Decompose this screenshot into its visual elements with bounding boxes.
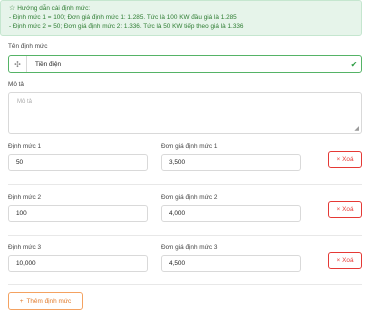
tier-2-quota-input[interactable]: 100 — [8, 205, 148, 222]
tier-1-price-label: Đơn giá định mức 1 — [161, 143, 218, 150]
resize-handle-icon[interactable]: ◢ — [354, 125, 359, 132]
close-icon: × — [336, 206, 341, 213]
divider — [8, 284, 362, 285]
plus-icon: ✣ — [9, 56, 27, 72]
divider — [8, 235, 362, 236]
close-icon: × — [336, 156, 341, 163]
plus-icon: + — [19, 297, 24, 305]
tier-3-price-label: Đơn giá định mức 3 — [161, 244, 218, 251]
add-tier-button[interactable]: + Thêm định mức — [8, 292, 83, 310]
tier-3-delete-button[interactable]: × Xoá — [328, 252, 362, 269]
name-field[interactable]: ✣ Tiền điện ✔ — [8, 55, 362, 73]
tier-3-quota-label: Định mức 3 — [8, 244, 42, 251]
description-textarea[interactable]: Mô tả ◢ — [8, 92, 362, 134]
tier-3-price-input[interactable]: 4,500 — [161, 255, 301, 272]
tier-2-delete-button[interactable]: × Xoá — [328, 201, 362, 218]
tier-2-price-label: Đơn giá định mức 2 — [161, 194, 218, 201]
tier-2-quota-label: Định mức 2 — [8, 194, 42, 201]
guide-box: ☆ Hướng dẫn cài định mức: - Định mức 1 = … — [0, 0, 362, 36]
star-icon: ☆ — [9, 5, 16, 12]
check-icon: ✔ — [350, 59, 358, 69]
divider — [8, 184, 362, 185]
tier-1-quota-label: Định mức 1 — [8, 143, 42, 150]
guide-title: ☆ Hướng dẫn cài định mức: — [9, 5, 91, 12]
guide-line-1: - Định mức 1 = 100; Đơn giá định mức 1: … — [9, 14, 237, 21]
tier-1-price-input[interactable]: 3,500 — [161, 154, 301, 171]
description-placeholder: Mô tả — [17, 99, 33, 105]
description-label: Mô tả — [8, 81, 24, 88]
tier-1-delete-button[interactable]: × Xoá — [328, 151, 362, 168]
guide-line-2: - Định mức 2 = 50; Đơn giá định mức 2: 1… — [9, 23, 244, 30]
name-value[interactable]: Tiền điện — [27, 61, 347, 68]
tier-2-price-input[interactable]: 4,000 — [161, 205, 301, 222]
tier-3-quota-input[interactable]: 10,000 — [8, 255, 148, 272]
name-label: Tên định mức — [8, 43, 48, 50]
tier-1-quota-input[interactable]: 50 — [8, 154, 148, 171]
close-icon: × — [336, 257, 341, 264]
